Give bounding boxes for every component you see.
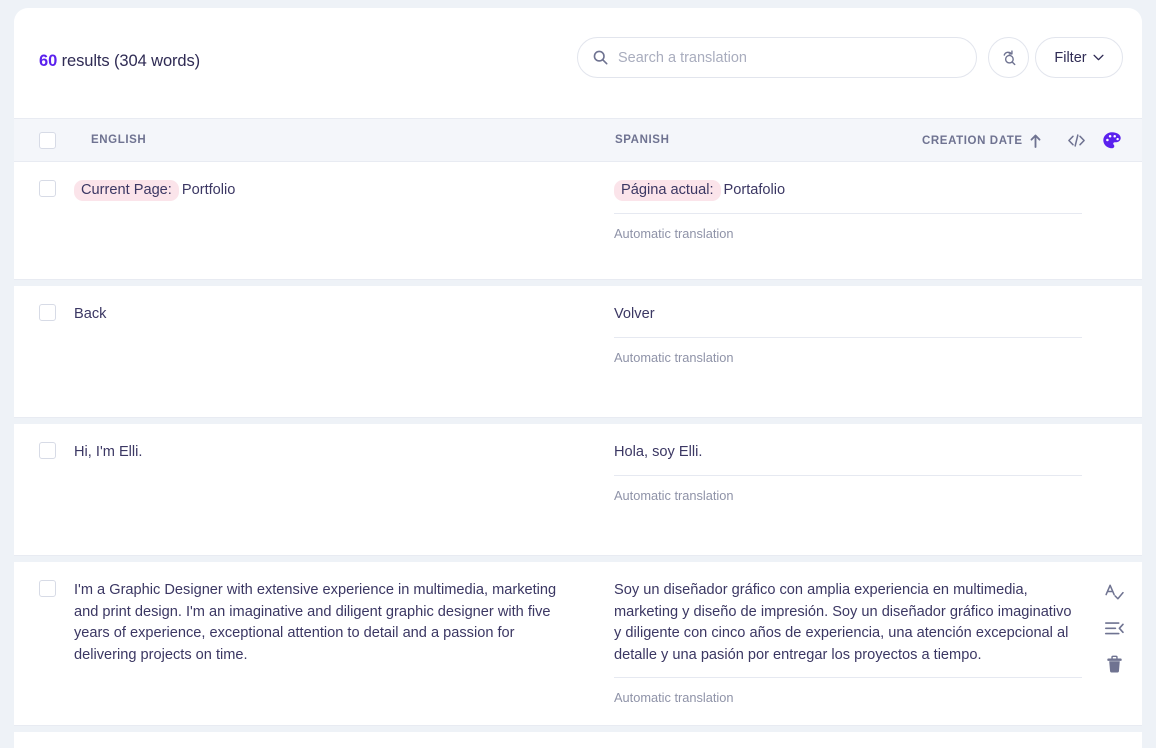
- results-count: 60: [39, 52, 58, 70]
- spellcheck-icon: [1105, 584, 1124, 600]
- text-collapse-icon: [1104, 621, 1124, 634]
- row-action-buttons: [1102, 580, 1126, 676]
- target-text-field[interactable]: Soy un diseñador gráfico con amplia expe…: [614, 580, 1082, 678]
- table-header: ENGLISH SPANISH CREATION DATE: [14, 118, 1142, 162]
- source-text: Current Page: Portfolio: [74, 180, 235, 202]
- search-box[interactable]: [577, 37, 977, 78]
- search-icon: [593, 50, 608, 65]
- table-row: Hi, I'm Elli. Hola, soy Elli. Automatic …: [14, 424, 1142, 556]
- target-text-field[interactable]: Página actual: Portafolio: [614, 180, 1082, 214]
- row-divider: [14, 726, 1142, 732]
- filter-button[interactable]: Filter: [1035, 37, 1123, 78]
- delete-icon: [1106, 655, 1122, 673]
- filter-button-label: Filter: [1054, 49, 1087, 66]
- column-header-spanish: SPANISH: [615, 134, 670, 146]
- translation-source-note: Automatic translation: [614, 690, 734, 705]
- row-checkbox[interactable]: [39, 442, 56, 459]
- row-checkbox[interactable]: [39, 304, 56, 321]
- column-header-english: ENGLISH: [91, 134, 147, 146]
- source-text: I'm a Graphic Designer with extensive ex…: [74, 582, 557, 663]
- arrow-up-icon: [1030, 134, 1041, 148]
- translation-source-note: Automatic translation: [614, 349, 734, 365]
- row-target-cell: Página actual: Portafolio Automatic trans…: [614, 180, 1142, 279]
- column-header-creation-date[interactable]: CREATION DATE: [922, 134, 1041, 148]
- code-view-button[interactable]: [1066, 131, 1087, 155]
- palette-icon: [1103, 132, 1121, 149]
- target-text-field[interactable]: Volver: [614, 304, 1082, 338]
- select-all-checkbox[interactable]: [39, 132, 56, 149]
- table-row: Current Page: Portfolio Página actual: Por…: [14, 162, 1142, 280]
- code-icon: [1068, 134, 1085, 147]
- target-text-value: Portafolio: [723, 182, 786, 198]
- toolbar: 60 results (304 words) Filter: [14, 8, 1142, 118]
- source-text: Hi, I'm Elli.: [74, 444, 143, 460]
- row-source-cell: Current Page: Portfolio: [14, 180, 614, 279]
- search-input[interactable]: [618, 49, 962, 66]
- row-source-cell: I'm a Graphic Designer with extensive ex…: [14, 580, 614, 725]
- text-collapse-button[interactable]: [1102, 616, 1126, 640]
- results-text: results (304 words): [57, 52, 201, 70]
- search-replace-icon: [1003, 49, 1015, 65]
- column-header-creation-date-label: CREATION DATE: [922, 135, 1023, 147]
- spellcheck-button[interactable]: [1102, 580, 1126, 604]
- table-row: Back Volver Automatic translation: [14, 286, 1142, 418]
- target-pill: Página actual:: [614, 180, 721, 201]
- source-text-value: Portfolio: [181, 182, 236, 198]
- source-pill: Current Page:: [74, 180, 179, 201]
- translation-source-note: Automatic translation: [614, 487, 734, 503]
- row-checkbox[interactable]: [39, 580, 56, 597]
- row-source-cell: Hi, I'm Elli.: [14, 442, 614, 555]
- chevron-down-icon: [1093, 54, 1104, 61]
- row-target-cell: Soy un diseñador gráfico con amplia expe…: [614, 580, 1142, 725]
- source-text: Back: [74, 306, 107, 322]
- results-summary: 60 results (304 words): [39, 52, 200, 71]
- row-target-cell: Volver Automatic translation: [614, 304, 1142, 417]
- translations-card: 60 results (304 words) Filter: [14, 8, 1142, 748]
- row-source-cell: Back: [14, 304, 614, 417]
- translation-source-note: Automatic translation: [614, 225, 734, 241]
- theme-palette-button[interactable]: [1102, 131, 1122, 155]
- row-checkbox[interactable]: [39, 180, 56, 197]
- delete-button[interactable]: [1102, 652, 1126, 676]
- row-target-cell: Hola, soy Elli. Automatic translation: [614, 442, 1142, 555]
- search-replace-button[interactable]: [988, 37, 1029, 78]
- table-row: I'm a Graphic Designer with extensive ex…: [14, 562, 1142, 726]
- target-text-field[interactable]: Hola, soy Elli.: [614, 442, 1082, 476]
